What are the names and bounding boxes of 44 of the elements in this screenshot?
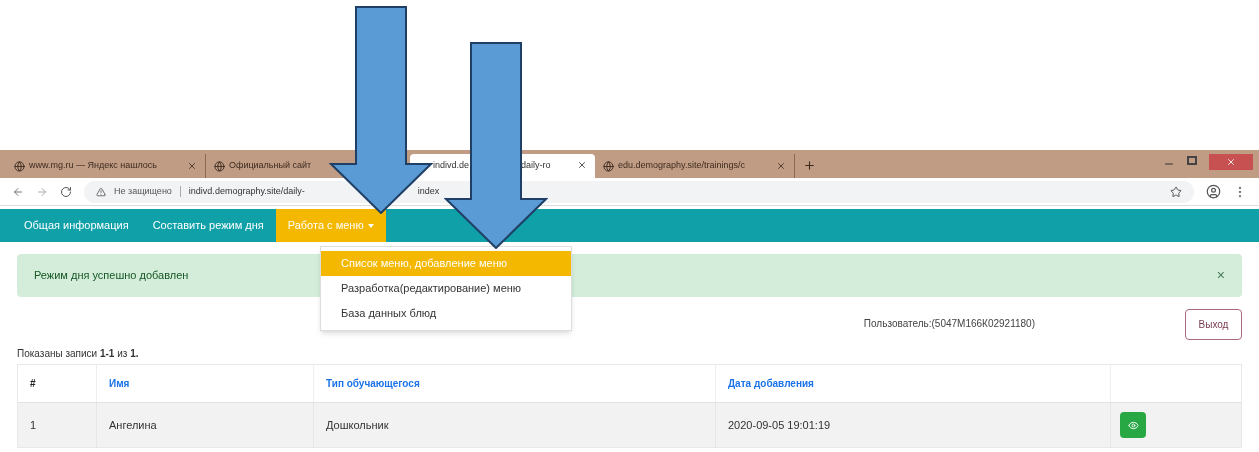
site-icon [14, 160, 25, 172]
close-icon [1226, 157, 1236, 167]
browser-tab[interactable]: Официальный сайт [206, 154, 330, 178]
table-cell: 2020-09-05 19:01:19 [716, 403, 1111, 447]
alert-message: Режим дня успешно добавлен [34, 268, 189, 284]
tab-title[interactable]: daily-ro [521, 159, 577, 173]
table-cell: Дошкольник [314, 403, 716, 447]
logout-button[interactable]: Выход [1185, 309, 1242, 340]
records-summary: Показаны записи 1-1 из 1. [17, 347, 140, 361]
tab-title: edu.demography.site/trainings/c [618, 159, 746, 173]
column-header: # [18, 365, 97, 402]
warning-icon [96, 186, 106, 197]
caret-icon [367, 223, 374, 228]
url-text: indivd.demography.site/daily- [188, 184, 305, 198]
back-icon[interactable] [12, 185, 24, 198]
site-icon [214, 160, 225, 172]
column-header[interactable]: Имя [97, 365, 314, 402]
nav-link[interactable]: Составить режим дня [140, 209, 276, 242]
alert-close-button[interactable]: × [1216, 265, 1225, 286]
table-cell: 1 [18, 403, 97, 447]
security-label: Не защищено [114, 184, 172, 198]
reload-icon[interactable] [60, 185, 72, 198]
url-text: index [417, 184, 440, 198]
tab-title: www.mg.ru — Яндекс нашлось [29, 159, 159, 173]
site-icon [603, 160, 614, 172]
tab-title: Официальный сайт [229, 159, 313, 173]
close-icon[interactable] [776, 161, 786, 171]
table-cell: Ангелина [97, 403, 314, 447]
profile-icon[interactable] [1206, 184, 1221, 199]
new-tab-icon[interactable] [803, 159, 816, 172]
column-header[interactable]: Дата добавления [716, 365, 1111, 402]
dropdown-item[interactable]: База данных блюд [321, 301, 571, 326]
eye-icon [1127, 419, 1139, 431]
nav-link[interactable]: Общая информация [12, 209, 141, 242]
dropdown-item[interactable]: Разработка(редактирование) меню [321, 276, 571, 301]
maximize-icon[interactable] [1187, 156, 1197, 165]
bookmark-star-icon[interactable] [1170, 185, 1182, 198]
close-icon[interactable] [577, 160, 587, 170]
address-bar[interactable]: Не защищено indivd.demography.site/daily- index [84, 180, 1194, 203]
close-icon[interactable] [187, 161, 197, 171]
tab-title[interactable]: indivd.de [433, 159, 470, 173]
user-label: Пользователь:(5047М166К02921180) [863, 317, 1035, 331]
view-button[interactable] [1120, 412, 1146, 438]
column-header[interactable]: Тип обучающегося [314, 365, 716, 402]
